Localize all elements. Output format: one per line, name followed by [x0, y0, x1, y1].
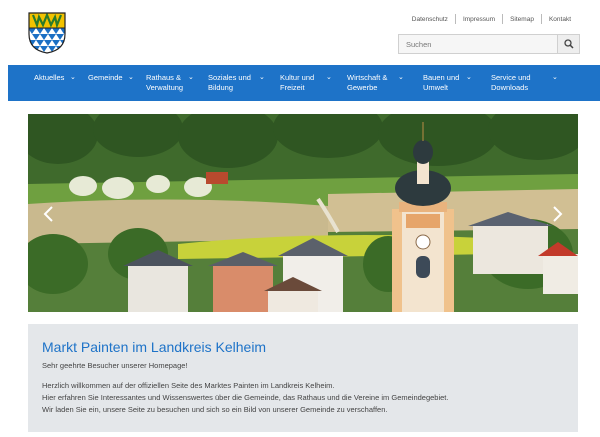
search-box: [398, 34, 580, 54]
nav-item-service-downloads[interactable]: Service und Downloads ⌄: [476, 65, 600, 101]
nav-item-bauen-umwelt[interactable]: Bauen und Umwelt ⌄: [406, 65, 476, 101]
welcome-text-line: Wir laden Sie ein, unsere Seite zu besuc…: [42, 405, 388, 414]
search-button[interactable]: [557, 35, 579, 53]
search-icon: [563, 39, 574, 49]
coat-of-arms-icon: [28, 12, 66, 54]
link-sitemap[interactable]: Sitemap: [503, 16, 541, 23]
welcome-panel: Markt Painten im Landkreis Kelheim Sehr …: [28, 324, 578, 432]
link-kontakt[interactable]: Kontakt: [542, 16, 578, 23]
nav-item-label: Bildung: [208, 83, 234, 92]
nav-item-rathaus-verwaltung[interactable]: Rathaus & Verwaltung ⌄: [119, 65, 195, 101]
chevron-down-icon: ⌄: [552, 74, 558, 81]
chevron-down-icon: ⌄: [259, 74, 265, 81]
nav-item-label: Bauen und: [423, 73, 460, 82]
chevron-down-icon: ⌄: [466, 74, 472, 81]
utility-links: Datenschutz Impressum Sitemap Kontakt: [405, 14, 578, 24]
nav-item-aktuelles[interactable]: Aktuelles ⌄: [8, 65, 76, 101]
nav-item-label: Service und: [491, 73, 531, 82]
welcome-subtitle: Sehr geehrte Besucher unserer Homepage!: [42, 361, 188, 370]
chevron-left-icon: [43, 206, 53, 222]
nav-item-label: Soziales und: [208, 73, 251, 82]
nav-item-label: Verwaltung: [146, 83, 184, 92]
nav-item-kultur-freizeit[interactable]: Kultur und Freizeit ⌄: [267, 65, 334, 101]
coat-of-arms-logo[interactable]: [28, 12, 66, 54]
main-navigation: Aktuelles ⌄ Gemeinde ⌄ Rathaus & Verwalt…: [8, 65, 600, 101]
nav-item-label: Rathaus &: [146, 73, 182, 82]
hero-image: [28, 114, 578, 312]
nav-item-gemeinde[interactable]: Gemeinde ⌄: [61, 65, 134, 101]
search-input[interactable]: [399, 35, 557, 53]
chevron-down-icon: ⌄: [188, 74, 194, 81]
slider-next-button[interactable]: [548, 202, 568, 226]
welcome-text-line: Herzlich willkommen auf der offiziellen …: [42, 381, 335, 390]
nav-item-label: Umwelt: [423, 83, 449, 92]
chevron-down-icon: ⌄: [326, 74, 332, 81]
hero-slider[interactable]: [28, 114, 578, 312]
chevron-down-icon: ⌄: [398, 74, 404, 81]
welcome-text-line: Hier erfahren Sie Interessantes und Wiss…: [42, 393, 449, 402]
nav-item-soziales-bildung[interactable]: Soziales und Bildung ⌄: [195, 65, 267, 101]
link-impressum[interactable]: Impressum: [456, 16, 502, 23]
nav-item-label: Downloads: [491, 83, 529, 92]
nav-item-label: Kultur und: [280, 73, 315, 82]
nav-item-label: Gewerbe: [347, 83, 378, 92]
link-datenschutz[interactable]: Datenschutz: [405, 16, 455, 23]
page-title: Markt Painten im Landkreis Kelheim: [42, 339, 267, 355]
nav-item-label: Wirtschaft &: [347, 73, 388, 82]
nav-item-wirtschaft-gewerbe[interactable]: Wirtschaft & Gewerbe ⌄: [334, 65, 406, 101]
nav-item-label: Gemeinde: [88, 73, 123, 82]
nav-item-label: Freizeit: [280, 83, 305, 92]
nav-item-label: Aktuelles: [34, 73, 65, 82]
slider-prev-button[interactable]: [38, 202, 58, 226]
chevron-right-icon: [553, 206, 563, 222]
